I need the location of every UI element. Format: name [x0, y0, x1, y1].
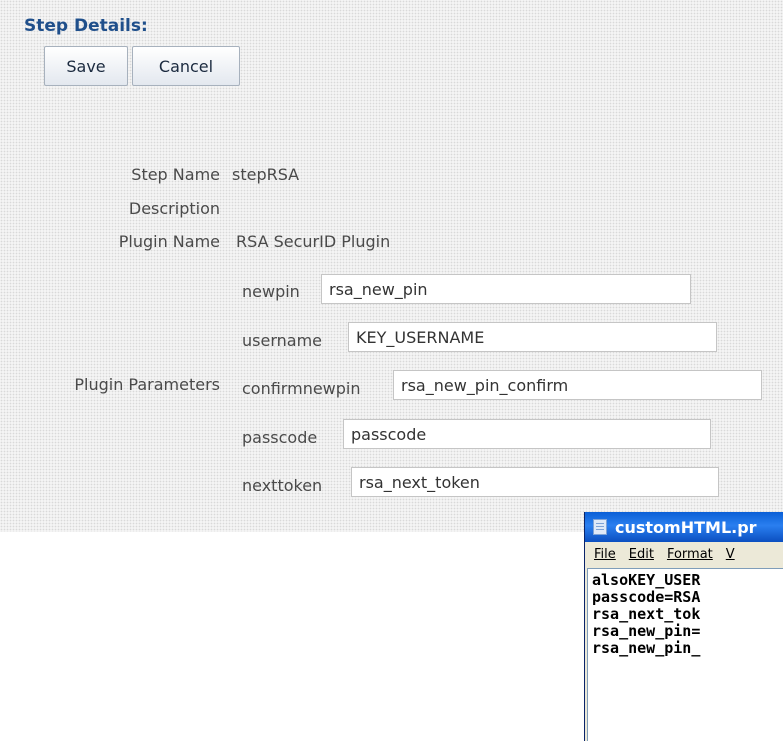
notepad-line: passcode=RSA — [592, 588, 701, 606]
notepad-window: customHTML.pr File Edit Format V alsoKEY… — [584, 512, 783, 741]
notepad-line: rsa_new_pin= — [592, 622, 701, 640]
plugin-parameters-label: Plugin Parameters — [74, 375, 220, 394]
plugin-name-value: RSA SecurID Plugin — [236, 232, 391, 251]
notepad-title-bar[interactable]: customHTML.pr — [585, 512, 783, 542]
nexttoken-field[interactable]: rsa_next_token — [351, 467, 719, 497]
description-label: Description — [128, 199, 220, 218]
step-name-label: Step Name — [131, 165, 220, 184]
notepad-line: alsoKEY_USER — [592, 571, 701, 589]
menu-format[interactable]: Format — [667, 547, 713, 562]
notepad-line: rsa_new_pin_ — [592, 639, 701, 657]
button-row: Save Cancel — [44, 46, 240, 86]
page-title: Step Details: — [24, 16, 148, 36]
step-details-panel: Step Details: Save Cancel Step Name step… — [0, 0, 783, 532]
menu-file[interactable]: File — [594, 547, 616, 562]
notepad-text-area[interactable]: alsoKEY_USER passcode=RSA rsa_next_tok rsa_… — [587, 568, 783, 741]
passcode-label: passcode — [242, 428, 318, 447]
notepad-line: rsa_next_tok — [592, 605, 701, 623]
step-name-value: stepRSA — [232, 165, 300, 184]
plugin-name-label: Plugin Name — [118, 232, 220, 251]
passcode-field[interactable]: passcode — [343, 419, 711, 449]
username-label: username — [242, 331, 322, 350]
save-button[interactable]: Save — [44, 46, 128, 86]
menu-view[interactable]: V — [726, 547, 735, 562]
cancel-button[interactable]: Cancel — [132, 46, 240, 86]
confirmnewpin-field[interactable]: rsa_new_pin_confirm — [393, 370, 762, 400]
confirmnewpin-label: confirmnewpin — [242, 379, 361, 398]
nexttoken-label: nexttoken — [242, 476, 323, 495]
newpin-label: newpin — [242, 282, 300, 301]
menu-edit[interactable]: Edit — [629, 547, 654, 562]
notepad-title: customHTML.pr — [615, 517, 757, 537]
newpin-field[interactable]: rsa_new_pin — [321, 274, 691, 304]
notepad-menu-bar: File Edit Format V — [585, 542, 783, 566]
notepad-icon — [593, 519, 607, 535]
username-field[interactable]: KEY_USERNAME — [348, 322, 717, 352]
